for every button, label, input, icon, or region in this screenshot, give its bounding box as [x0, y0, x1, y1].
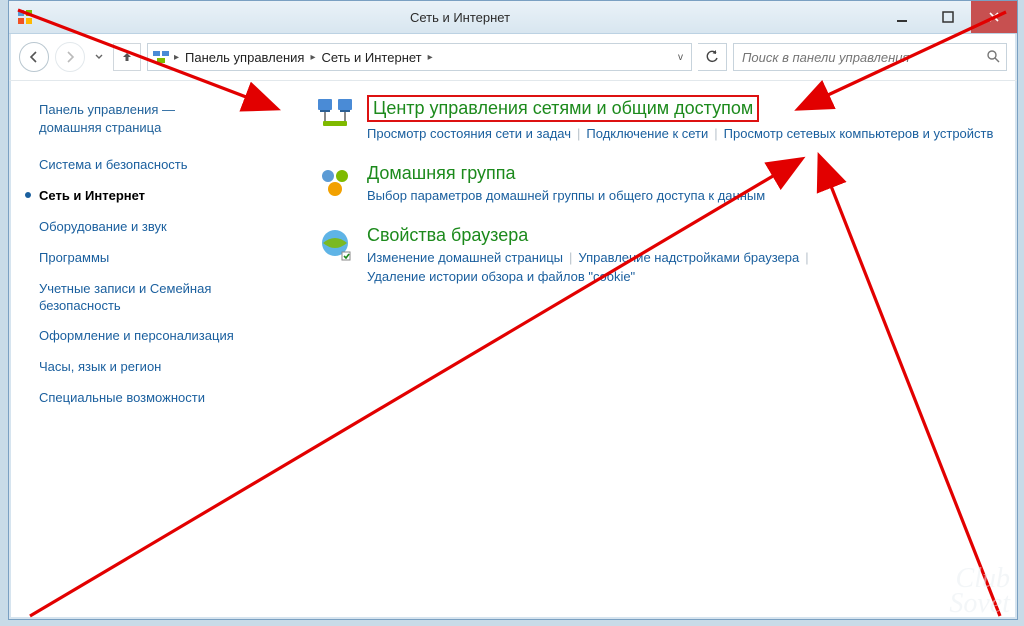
minimize-button[interactable]: [879, 1, 925, 33]
category-2-link-1[interactable]: Управление надстройками браузера: [578, 250, 799, 265]
back-button[interactable]: [19, 42, 49, 72]
chevron-right-icon: ▸: [310, 52, 315, 63]
chevron-down-icon[interactable]: v: [678, 52, 687, 63]
breadcrumb-seg-1[interactable]: Панель управления: [181, 50, 308, 65]
history-dropdown[interactable]: [91, 43, 107, 71]
category-0-link-0[interactable]: Просмотр состояния сети и задач: [367, 126, 571, 141]
homegroup-icon: [315, 163, 355, 203]
search-icon[interactable]: [986, 49, 1000, 66]
refresh-button[interactable]: [698, 43, 727, 71]
internet-icon: [315, 225, 355, 265]
sidebar-item-0[interactable]: Система и безопасность: [39, 150, 289, 181]
sidebar-item-5[interactable]: Оформление и персонализация: [39, 321, 289, 352]
sidebar-item-6[interactable]: Часы, язык и регион: [39, 352, 289, 383]
category-0-link-1[interactable]: Подключение к сети: [586, 126, 708, 141]
sidebar-item-2[interactable]: Оборудование и звук: [39, 212, 289, 243]
maximize-button[interactable]: [925, 1, 971, 33]
window-controls: [879, 1, 1017, 33]
search-box[interactable]: [733, 43, 1007, 71]
content-body: Панель управления — домашняя страница Си…: [9, 81, 1017, 619]
close-button[interactable]: [971, 1, 1017, 33]
breadcrumb-seg-2[interactable]: Сеть и Интернет: [318, 50, 426, 65]
category-title-0[interactable]: Центр управления сетями и общим доступом: [367, 95, 759, 122]
up-button[interactable]: [113, 43, 141, 71]
window-title: Сеть и Интернет: [41, 10, 879, 25]
sidebar-item-7[interactable]: Специальные возможности: [39, 383, 289, 414]
category-2-link-2[interactable]: Удаление истории обзора и файлов "cookie…: [367, 269, 635, 284]
sidebar: Панель управления — домашняя страница Си…: [9, 81, 307, 619]
breadcrumb[interactable]: ▸ Панель управления ▸ Сеть и Интернет ▸ …: [147, 43, 692, 71]
sidebar-item-1[interactable]: Сеть и Интернет: [39, 181, 289, 212]
titlebar: Сеть и Интернет: [9, 1, 1017, 34]
search-input[interactable]: [740, 49, 964, 66]
sidebar-item-4[interactable]: Учетные записи и Семейная безопасность: [39, 274, 289, 322]
control-panel-window: Сеть и Интернет: [8, 0, 1018, 620]
app-icon: [17, 9, 33, 25]
category-2-link-0[interactable]: Изменение домашней страницы: [367, 250, 563, 265]
network-icon: [315, 95, 355, 135]
category-0-link-2[interactable]: Просмотр сетевых компьютеров и устройств: [724, 126, 994, 141]
category-2: Свойства браузера Изменение домашней стра…: [315, 225, 997, 284]
category-1-link-0[interactable]: Выбор параметров домашней группы и общег…: [367, 188, 765, 203]
sidebar-item-3[interactable]: Программы: [39, 243, 289, 274]
chevron-right-icon: ▸: [428, 52, 433, 63]
breadcrumb-icon: [152, 48, 170, 66]
chevron-right-icon: ▸: [174, 52, 179, 63]
category-title-2[interactable]: Свойства браузера: [367, 225, 528, 246]
category-1: Домашняя группа Выбор параметров домашней…: [315, 163, 997, 203]
category-0: Центр управления сетями и общим доступом…: [315, 95, 997, 141]
main-panel: Центр управления сетями и общим доступом…: [307, 81, 1017, 619]
sidebar-home-link[interactable]: Панель управления — домашняя страница: [39, 101, 289, 136]
category-title-1[interactable]: Домашняя группа: [367, 163, 516, 184]
forward-button[interactable]: [55, 42, 85, 72]
nav-row: ▸ Панель управления ▸ Сеть и Интернет ▸ …: [9, 34, 1017, 81]
